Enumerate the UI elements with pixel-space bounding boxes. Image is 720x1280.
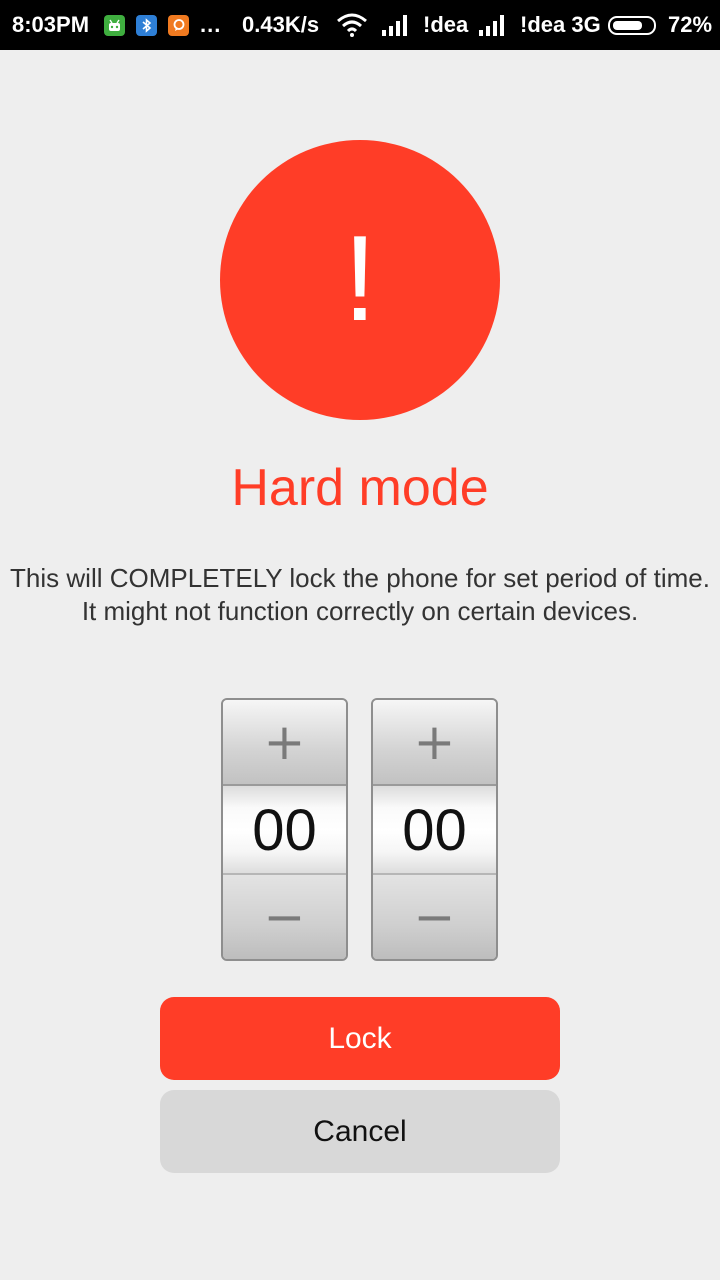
cancel-button[interactable]: Cancel	[160, 1090, 560, 1173]
hours-value[interactable]: 00	[223, 786, 346, 874]
hours-picker: + 00 −	[221, 698, 348, 961]
carrier-name: !dea 3G	[520, 12, 601, 37]
status-bar: 8:03PM ... 0.43K/s !dea !dea 3G 72%	[0, 0, 720, 50]
status-time: 8:03PM	[12, 12, 90, 37]
minus-icon: −	[263, 888, 306, 946]
plus-icon: +	[263, 713, 306, 771]
warning-icon: !	[220, 140, 500, 420]
minutes-decrement-button[interactable]: −	[373, 873, 496, 959]
minutes-value[interactable]: 00	[373, 786, 496, 874]
minus-icon: −	[413, 888, 456, 946]
battery-icon	[608, 0, 656, 50]
signal-strength-icon	[478, 0, 508, 50]
hours-increment-button[interactable]: +	[223, 700, 346, 786]
signal-strength-icon	[381, 0, 411, 50]
page-title: Hard mode	[231, 459, 489, 517]
plus-icon: +	[413, 713, 456, 771]
android-notification-icon	[104, 0, 125, 50]
wifi-icon	[336, 0, 368, 50]
minutes-increment-button[interactable]: +	[373, 700, 496, 786]
exclamation-mark: !	[343, 210, 377, 346]
battery-percent: 72%	[668, 12, 713, 37]
lock-button[interactable]: Lock	[160, 997, 560, 1080]
hours-decrement-button[interactable]: −	[223, 873, 346, 959]
bluetooth-notification-icon	[136, 0, 157, 50]
minutes-picker: + 00 −	[371, 698, 498, 961]
chat-notification-icon	[168, 0, 189, 50]
description-line-2: It might not function correctly on certa…	[81, 596, 639, 626]
carrier-name: !dea	[423, 12, 469, 37]
network-speed: 0.43K/s	[242, 12, 320, 37]
more-notifications-icon: ...	[200, 12, 222, 37]
description-line-1: This will COMPLETELY lock the phone for …	[10, 563, 710, 593]
description: This will COMPLETELY lock the phone for …	[10, 562, 710, 628]
